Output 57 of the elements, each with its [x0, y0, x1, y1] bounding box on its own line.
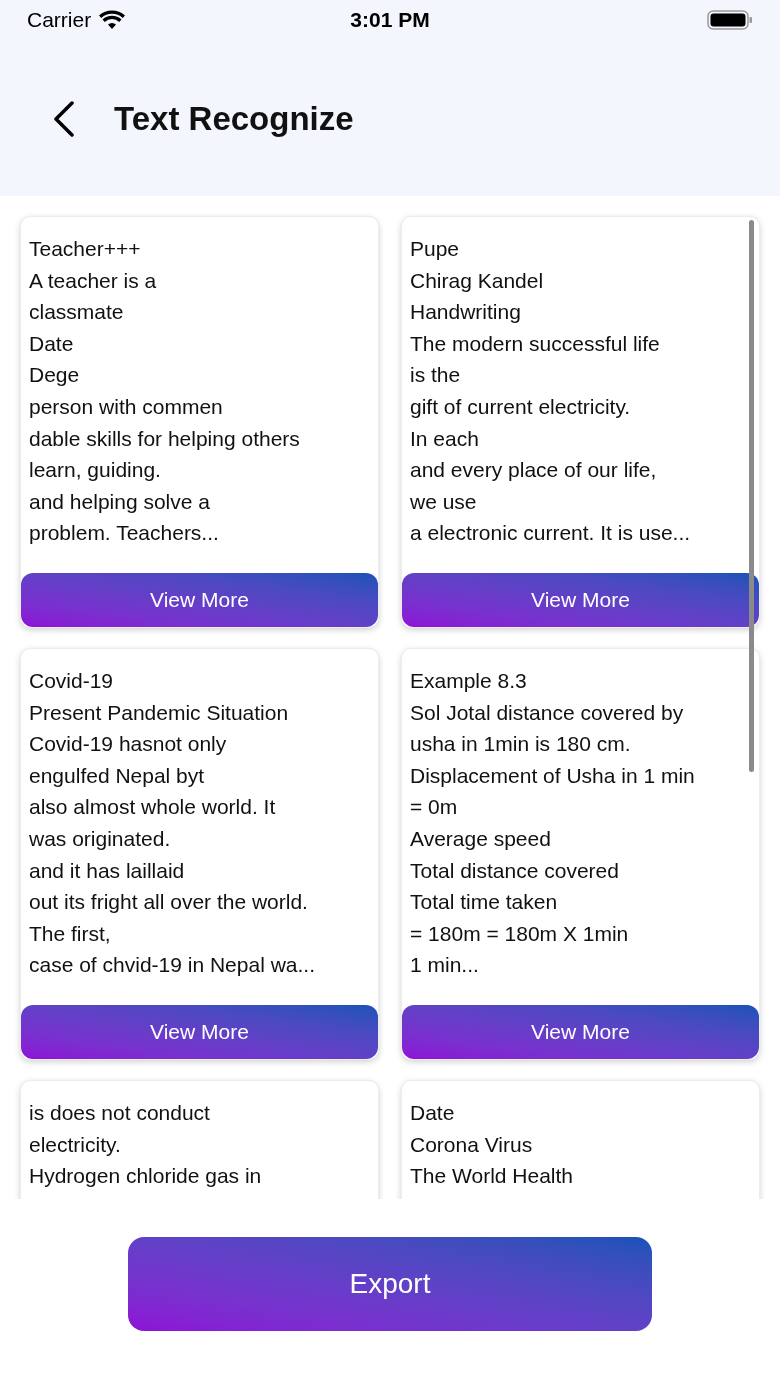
note-text-line: dable skills for helping others — [29, 425, 300, 452]
note-text-line: Covid-19 — [29, 668, 114, 694]
view-more-button[interactable]: View More — [21, 1005, 378, 1059]
note-text-line: Hydrogen chloride gas in — [29, 1163, 262, 1190]
note-text-line: = 180m = 180m X 1min — [410, 920, 629, 947]
note-text-line: was originated. — [29, 825, 171, 852]
wifi-icon — [99, 10, 126, 30]
note-text-line: problem. Teachers... — [29, 520, 219, 547]
note-text-line: and every place of our life, — [410, 457, 657, 484]
note-text-line: The World Health — [410, 1163, 574, 1190]
note-text-line: Covid-19 hasnot only — [29, 731, 227, 758]
note-text-line: The first, — [29, 920, 111, 947]
battery-icon — [707, 9, 753, 31]
note-text-line: Corona Virus — [410, 1131, 533, 1158]
note-text-line: also almost whole world. It — [29, 794, 276, 821]
view-more-button[interactable]: View More — [402, 573, 759, 627]
note-text-line: is does not conduct — [29, 1100, 210, 1126]
note-text-line: Sol Jotal distance covered by — [410, 699, 684, 726]
note-text-line: The modern successful life — [410, 330, 660, 357]
note-text-line: Total time taken — [410, 889, 558, 916]
note-text-line: case of chvid-19 in Nepal wa... — [29, 952, 315, 979]
note-text-line: electricity. — [29, 1131, 121, 1158]
note-text-line: is the — [410, 362, 461, 389]
note-text-line: Average speed — [410, 825, 551, 852]
note-text-line: Handwriting — [410, 299, 521, 326]
note-text-line: Teacher+++ — [29, 236, 141, 262]
note-text-line: out its fright all over the world. — [29, 889, 308, 916]
view-more-button[interactable]: View More — [402, 1005, 759, 1059]
note-text-line: 1 min... — [410, 952, 479, 979]
carrier-label: Carrier — [27, 7, 92, 34]
note-text-line: A teacher is a — [29, 267, 157, 294]
note-text-line: and it has laillaid — [29, 857, 185, 884]
note-text-line: engulfed Nepal byt — [29, 762, 205, 789]
note-text-line: In each — [410, 425, 479, 452]
note-text-line: Total distance covered — [410, 857, 619, 884]
note-text-line: learn, guiding. — [29, 457, 161, 484]
note-text-line: Pupe — [410, 236, 460, 262]
back-icon — [52, 100, 76, 137]
note-text-line: a electronic current. It is use... — [410, 520, 691, 547]
note-text-line: and helping solve a — [29, 488, 210, 515]
note-text-line: classmate — [29, 299, 124, 326]
note-text-line: Date — [410, 1100, 455, 1126]
note-text-line: Present Pandemic Situation — [29, 699, 289, 726]
note-text-line: we use — [410, 488, 477, 515]
note-text-line: Date — [29, 330, 74, 357]
note-text-line: Chirag Kandel — [410, 267, 544, 294]
note-text-line: Displacement of Usha in 1 min — [410, 762, 695, 789]
note-text-line: = 0m — [410, 794, 458, 821]
export-button[interactable]: Export — [128, 1237, 652, 1331]
page-title: Text Recognize — [114, 99, 354, 139]
note-text-line: Dege — [29, 362, 80, 389]
note-text-line: Example 8.3 — [410, 668, 527, 694]
note-text-line: gift of current electricity. — [410, 393, 631, 420]
note-text-line: person with commen — [29, 393, 223, 420]
view-more-button[interactable]: View More — [21, 573, 378, 627]
note-text-line: usha in 1min is 180 cm. — [410, 731, 631, 758]
status-time: 3:01 PM — [350, 7, 430, 34]
